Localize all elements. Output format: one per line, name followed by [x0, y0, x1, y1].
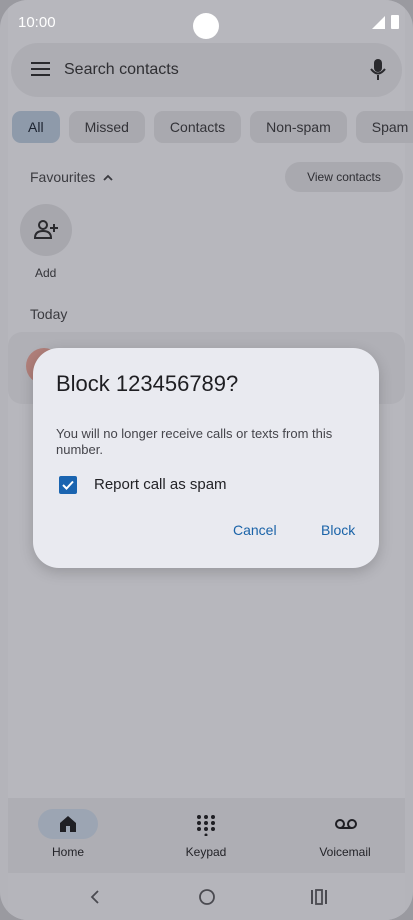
home-circle-icon[interactable] — [198, 888, 216, 906]
phone-frame: 10:00 Search contacts All Missed Contact… — [0, 0, 413, 920]
dialog-message: You will no longer receive calls or text… — [56, 426, 333, 457]
menu-icon[interactable] — [31, 62, 50, 78]
voicemail-icon — [335, 819, 357, 829]
nav-home-label: Home — [51, 845, 84, 859]
mic-icon[interactable] — [370, 58, 386, 82]
search-bar[interactable]: Search contacts — [11, 43, 402, 97]
status-time: 10:00 — [18, 14, 56, 31]
report-spam-checkbox[interactable] — [59, 476, 77, 494]
chip-spam[interactable]: Spam — [355, 111, 413, 143]
nav-home[interactable]: Home — [16, 798, 126, 873]
chip-non-spam[interactable]: Non-spam — [250, 111, 347, 143]
nav-keypad-label: Keypad — [185, 845, 227, 859]
checkmark-icon — [62, 480, 74, 490]
favourites-header[interactable]: Favourites — [30, 169, 113, 185]
add-favourite-label: Add — [35, 266, 57, 280]
system-navigation-bar — [8, 873, 405, 920]
chevron-up-icon — [103, 174, 113, 181]
report-spam-label[interactable]: Report call as spam — [94, 476, 227, 493]
view-contacts-button[interactable]: View contacts — [285, 162, 403, 192]
favourites-title: Favourites — [30, 169, 96, 185]
recents-icon[interactable] — [310, 889, 328, 905]
chip-contacts[interactable]: Contacts — [153, 111, 242, 143]
home-icon — [60, 816, 76, 832]
chip-missed[interactable]: Missed — [68, 111, 145, 143]
chip-all[interactable]: All — [12, 111, 60, 143]
back-icon[interactable] — [90, 889, 100, 905]
cancel-button[interactable]: Cancel — [233, 522, 277, 538]
nav-voicemail[interactable]: Voicemail — [293, 798, 403, 873]
nav-keypad[interactable]: Keypad — [154, 798, 264, 873]
status-bar: 10:00 — [8, 0, 405, 44]
signal-icon — [372, 15, 385, 29]
battery-icon — [391, 15, 399, 29]
search-placeholder[interactable]: Search contacts — [64, 61, 179, 79]
block-button[interactable]: Block — [321, 522, 355, 538]
add-person-icon — [34, 220, 58, 239]
status-icons — [372, 15, 399, 29]
dialog-title: Block 123456789? — [56, 371, 239, 396]
block-number-dialog: Block 123456789? You will no longer rece… — [33, 348, 379, 568]
camera-cutout — [193, 13, 219, 39]
nav-voicemail-label: Voicemail — [319, 845, 371, 859]
recents-section-title: Today — [30, 306, 68, 322]
filter-chips: All Missed Contacts Non-spam Spam — [12, 111, 413, 143]
add-favourite-button[interactable] — [20, 204, 72, 256]
bottom-navigation: Home Keypad Voicemail — [8, 798, 405, 873]
dialpad-icon — [197, 815, 215, 836]
